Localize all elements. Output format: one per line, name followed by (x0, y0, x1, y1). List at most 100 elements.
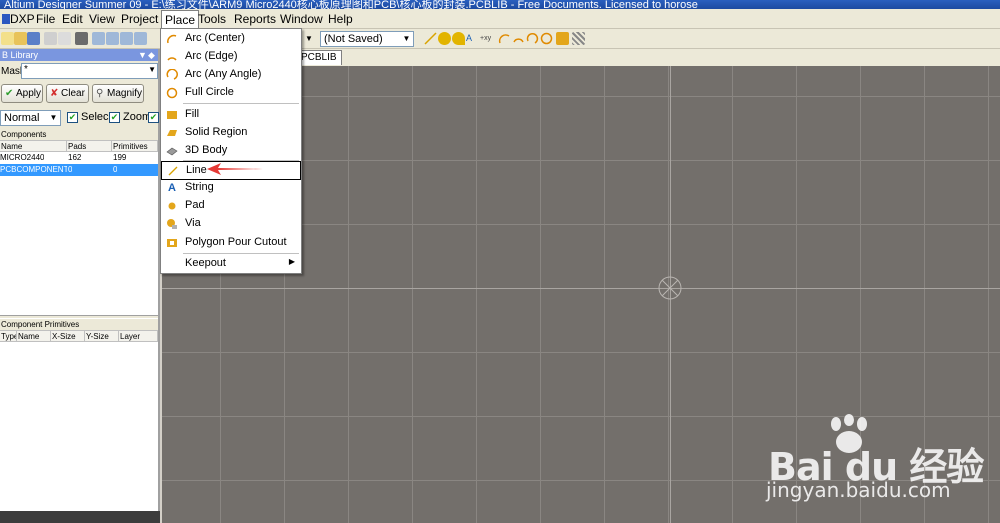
menu-view[interactable]: View (89, 12, 115, 26)
print-icon[interactable] (44, 32, 57, 45)
menu-edit[interactable]: Edit (62, 12, 83, 26)
pin-icon[interactable]: ◆ (148, 49, 155, 61)
menu-help[interactable]: Help (328, 12, 353, 26)
dxp-logo-icon[interactable] (2, 12, 10, 27)
full-circle-icon (166, 87, 178, 99)
menu-reports[interactable]: Reports (234, 12, 276, 26)
place-menu-dropdown: Arc (Center) Arc (Edge) Arc (Any Angle) … (160, 28, 302, 274)
solid-region-icon (167, 130, 177, 136)
menu-dxp[interactable]: DXP (10, 12, 35, 26)
table-row[interactable]: MICRO2440 162 199 (0, 152, 158, 164)
menu-item-label: Full Circle (185, 86, 234, 98)
chevron-down-icon: ▼ (402, 34, 411, 43)
print-preview-icon[interactable] (58, 32, 71, 45)
menu-item-arc-edge[interactable]: Arc (Edge) (161, 48, 301, 66)
mask-input[interactable]: * ▼ (21, 63, 158, 79)
via-icon (167, 219, 177, 229)
arc-any-angle-icon (166, 69, 178, 80)
arc-edge-icon (167, 57, 177, 61)
menu-item-full-circle[interactable]: Full Circle (161, 84, 301, 102)
magnify-button[interactable]: ⚲ Magnify (92, 84, 144, 103)
col-name[interactable]: Name (0, 141, 67, 152)
components-header: Name Pads Primitives (0, 141, 158, 152)
apply-button[interactable]: ✔ Apply (1, 84, 43, 103)
col-pads[interactable]: Pads (67, 141, 112, 152)
red-pointer-arrow-icon (207, 163, 263, 175)
col-x-size[interactable]: X-Size (51, 331, 85, 342)
col-y-size[interactable]: Y-Size (85, 331, 119, 342)
mask-row: Mask * ▼ (0, 61, 158, 81)
menu-file[interactable]: File (36, 12, 55, 26)
menu-item-label: String (185, 181, 214, 193)
view-config-combo[interactable]: (Not Saved) ▼ (320, 31, 414, 47)
menu-item-keepout[interactable]: Keepout ▶ (161, 255, 301, 273)
zoom-out-icon[interactable] (106, 32, 119, 45)
doc-tab-pcblib[interactable]: PCBLIB (296, 50, 342, 65)
col-type[interactable]: Type (0, 331, 17, 342)
zoom-fit-icon[interactable] (134, 32, 147, 45)
table-row-selected[interactable]: PCBCOMPONENT 0 0 (0, 164, 158, 176)
toolbar-dropdown-chevron-icon[interactable]: ▼ (302, 32, 316, 45)
col-prim-name[interactable]: Name (17, 331, 51, 342)
menu-item-fill[interactable]: Fill (161, 106, 301, 124)
col-layer[interactable]: Layer (119, 331, 158, 342)
menu-bar: DXP File Edit View Project Place Tools R… (0, 9, 1000, 29)
primitives-header: Type Name X-Size Y-Size Layer (0, 331, 158, 342)
save-icon[interactable] (27, 32, 40, 45)
full-circle-tool-icon[interactable] (540, 32, 553, 45)
clear-existing-checkbox[interactable]: ✔ (148, 112, 159, 123)
clear-x-icon: ✘ (50, 88, 59, 99)
menu-item-label: Solid Region (185, 126, 248, 138)
panel-splitter[interactable] (0, 315, 158, 318)
menu-tools[interactable]: Tools (198, 12, 226, 26)
menu-item-3d-body[interactable]: 3D Body (161, 142, 301, 160)
open-folder-icon[interactable] (14, 32, 27, 45)
new-doc-icon[interactable] (1, 32, 14, 45)
apply-check-icon: ✔ (5, 88, 14, 99)
array-paste-icon[interactable] (572, 32, 585, 45)
menu-item-label: Arc (Center) (185, 32, 245, 44)
col-primitives[interactable]: Primitives (112, 141, 158, 152)
panel-header: B Library ▼ ◆ (0, 49, 158, 61)
menu-item-via[interactable]: Via (161, 215, 301, 233)
clear-button[interactable]: ✘ Clear (46, 84, 89, 103)
menu-item-arc-any-angle[interactable]: Arc (Any Angle) (161, 66, 301, 84)
place-pad-icon[interactable] (438, 32, 451, 45)
place-via-icon[interactable] (452, 32, 465, 45)
zoom-checkbox[interactable]: ✔ (109, 112, 120, 123)
menu-place[interactable]: Place (161, 10, 200, 29)
title-bar: Altium Designer Summer 09 - E:\练习文件\ARM9… (0, 0, 1000, 9)
menu-window[interactable]: Window (280, 12, 323, 26)
place-coordinate-icon[interactable]: +xy (480, 32, 493, 45)
chevron-down-icon[interactable]: ▼ (148, 65, 156, 74)
component-primitives: 0 (113, 165, 118, 174)
window-title: Altium Designer Summer 09 - E:\练习文件\ARM9… (4, 0, 698, 9)
place-string-icon[interactable]: A (466, 32, 479, 45)
menu-item-polygon-pour-cutout[interactable]: Polygon Pour Cutout (161, 234, 301, 252)
place-line-icon[interactable] (424, 32, 437, 45)
components-section-title: Components (0, 129, 158, 141)
arc-edge-tool-icon[interactable] (512, 32, 525, 45)
menu-project[interactable]: Project (121, 12, 158, 26)
chevron-down-icon: ▼ (49, 113, 58, 122)
mode-combo[interactable]: Normal ▼ (0, 110, 61, 126)
select-checkbox[interactable]: ✔ (67, 112, 78, 123)
zoom-in-icon[interactable] (92, 32, 105, 45)
view-options-row: Normal ▼ ✔ Selec ✔ Zoom ✔ (0, 107, 159, 129)
menu-item-solid-region[interactable]: Solid Region (161, 124, 301, 142)
panel-menu-icon[interactable]: ▼ (138, 49, 147, 61)
document-tab-strip: PCBLIB (290, 49, 1000, 66)
magnifier-icon: ⚲ (96, 88, 104, 99)
menu-item-pad[interactable]: Pad (161, 197, 301, 215)
zoom-area-icon[interactable] (120, 32, 133, 45)
menu-separator (183, 103, 299, 104)
menu-item-label: Line (186, 164, 207, 176)
mask-value: * (24, 64, 28, 75)
menu-item-arc-center[interactable]: Arc (Center) (161, 30, 301, 48)
layers-icon[interactable] (75, 32, 88, 45)
menu-item-string[interactable]: A String (161, 179, 301, 197)
arc-any-angle-tool-icon[interactable] (526, 32, 539, 45)
fill-tool-icon[interactable] (556, 32, 569, 45)
arc-center-tool-icon[interactable] (498, 32, 511, 45)
string-icon: A (168, 182, 176, 194)
